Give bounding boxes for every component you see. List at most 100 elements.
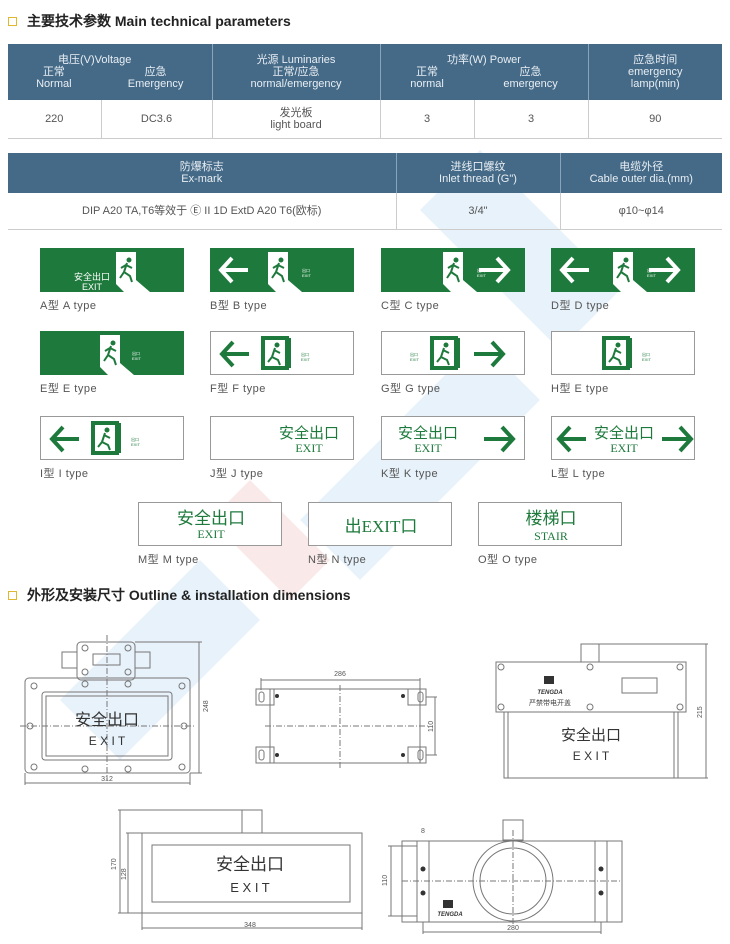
arrow-right-icon: [484, 425, 516, 453]
svg-text:安全出口: 安全出口: [279, 424, 339, 442]
sign-caption: H型 E type: [551, 383, 609, 395]
emergency-time-header: 应急时间 emergency lamp(min): [588, 44, 722, 100]
inlet-header: 进线口螺纹 Inlet thread (G"): [396, 153, 561, 193]
cell-emergency-time: 90: [588, 100, 722, 139]
svg-text:STAIR: STAIR: [534, 529, 568, 543]
cell-power-emergency: 3: [474, 100, 589, 139]
cell-voltage-normal: 220: [8, 100, 102, 139]
back-view-drawing: 286 110: [255, 671, 437, 768]
exit-sign-j-type: 安全出口 EXIT: [210, 416, 354, 460]
svg-text:EXIT: EXIT: [131, 442, 140, 447]
exit-sign-m-type: 安全出口 EXIT: [138, 502, 282, 546]
arrow-right-icon: [474, 340, 506, 368]
bottom-width-dim: 348: [244, 922, 256, 929]
power-header: 功率(W) Power 正常 normal 应急 emergency: [380, 44, 589, 100]
bottom-outer-height-dim: 170: [111, 858, 118, 870]
exit-sign-b-type: 出口 EXIT: [210, 248, 354, 292]
top-brand-text: TENGDA: [437, 912, 462, 918]
cell-luminaries: 发光板 light board: [212, 100, 381, 139]
bottom-inner-height-dim: 128: [121, 868, 128, 880]
running-man-icon: [100, 335, 134, 375]
section-title-dims: 外形及安装尺寸 Outline & installation dimension…: [8, 585, 351, 605]
front-en-text: E X I T: [89, 734, 126, 748]
side-view-drawing: TENGDA 严禁带电开盖 安全出口 E X I T 215: [495, 643, 708, 779]
voltage-header: 电压(V)Voltage 正常 Normal 应急 Emergency: [8, 44, 213, 100]
svg-text:EXIT: EXIT: [302, 273, 311, 278]
svg-text:EXIT: EXIT: [301, 357, 310, 362]
cable-header: 电缆外径 Cable outer dia.(mm): [560, 153, 722, 193]
sign-caption: F型 F type: [210, 383, 266, 395]
sign-caption: O型 O type: [478, 554, 538, 566]
exit-sign-h-type: 出口 EXIT: [551, 331, 695, 375]
running-man-icon: [116, 252, 150, 292]
bottom-view-drawing: 安全出口 E X I T 348 170 128: [111, 809, 363, 930]
back-width-dim: 286: [334, 671, 346, 678]
running-man-icon: [91, 421, 121, 455]
svg-text:EXIT: EXIT: [610, 441, 638, 455]
svg-text:EXIT: EXIT: [414, 441, 442, 455]
sign-caption: K型 K type: [381, 468, 439, 480]
sign-caption: A型 A type: [40, 300, 97, 312]
running-man-icon: [430, 336, 460, 370]
section-title-text: 主要技术参数 Main technical parameters: [27, 13, 291, 29]
side-cn-text: 安全出口: [561, 726, 621, 744]
top-width-dim: 280: [507, 925, 519, 932]
sign-caption: L型 L type: [551, 468, 606, 480]
svg-text:楼梯口: 楼梯口: [526, 509, 577, 528]
exit-sign-n-type: 出EXIT口: [308, 502, 452, 546]
running-man-icon: [613, 252, 647, 292]
exit-sign-a-type: 安全出口 EXIT: [40, 248, 184, 292]
arrow-left-icon: [218, 256, 248, 284]
spec-table-1: 电压(V)Voltage 正常 Normal 应急 Emergency 光源 Lum…: [8, 44, 722, 139]
cell-power-normal: 3: [380, 100, 475, 139]
exit-sign-o-type: 楼梯口 STAIR: [478, 502, 622, 546]
arrow-left-icon: [559, 256, 589, 284]
top-view-drawing: TENGDA 280 8 110: [382, 819, 623, 934]
front-view-drawing: 安全出口 E X I T 312 248: [20, 635, 210, 785]
exit-sign-d-type: 出口 EXIT: [551, 248, 695, 292]
running-man-icon: [443, 252, 477, 292]
running-man-icon: [602, 336, 632, 370]
side-warning-text: 严禁带电开盖: [529, 698, 571, 707]
front-height-dim: 248: [203, 700, 210, 712]
exmark-header: 防爆标志 Ex-mark: [8, 153, 397, 193]
luminaries-header: 光源 Luminaries 正常/应急 normal/emergency: [212, 44, 381, 100]
arrow-left-icon: [219, 340, 249, 368]
sign-caption: B型 B type: [210, 300, 268, 312]
svg-text:EXIT: EXIT: [295, 441, 323, 455]
svg-text:EXIT: EXIT: [410, 357, 419, 362]
svg-text:安全出口: 安全出口: [74, 271, 110, 282]
cell-cable: φ10~φ14: [560, 193, 722, 230]
running-man-icon: [261, 336, 291, 370]
svg-text:EXIT: EXIT: [197, 527, 225, 541]
cell-exmark: DIP A20 TA,T6等效于 Ⓔ II 1D ExtD A20 T6(欧标): [8, 193, 397, 230]
sign-caption: I型 I type: [40, 468, 89, 480]
sign-caption: N型 N type: [308, 554, 367, 566]
sign-caption: J型 J type: [210, 468, 264, 480]
sign-caption: E型 E type: [40, 383, 98, 395]
svg-text:EXIT: EXIT: [82, 282, 103, 292]
section-title-text: 外形及安装尺寸 Outline & installation dimension…: [27, 587, 351, 603]
bullet-square-icon: [8, 16, 17, 26]
sign-caption: D型 D type: [551, 300, 610, 312]
svg-text:EXIT: EXIT: [642, 357, 651, 362]
svg-text:安全出口: 安全出口: [398, 424, 458, 442]
front-cn-text: 安全出口: [75, 711, 139, 729]
bottom-cn-text: 安全出口: [216, 855, 284, 874]
exit-sign-l-type: 安全出口 EXIT: [551, 416, 695, 460]
spec-table-2: 防爆标志 Ex-mark 进线口螺纹 Inlet thread (G") 电缆外径 C…: [8, 153, 722, 230]
svg-text:EXIT: EXIT: [647, 273, 656, 278]
arrow-left-icon: [556, 425, 586, 453]
exit-sign-i-type: 出口 EXIT: [40, 416, 184, 460]
exit-sign-f-type: 出口 EXIT: [210, 331, 354, 375]
exit-sign-k-type: 安全出口 EXIT: [381, 416, 525, 460]
sign-caption: M型 M type: [138, 554, 199, 566]
exit-sign-g-type: 出口 EXIT: [381, 331, 525, 375]
section-title-params: 主要技术参数 Main technical parameters: [8, 11, 291, 31]
cell-voltage-emergency: DC3.6: [101, 100, 213, 139]
sign-caption: C型 C type: [381, 300, 440, 312]
side-en-text: E X I T: [573, 749, 610, 763]
exit-sign-c-type: 出口 EXIT: [381, 248, 525, 292]
svg-text:EXIT: EXIT: [132, 356, 141, 361]
bullet-square-icon: [8, 590, 17, 600]
